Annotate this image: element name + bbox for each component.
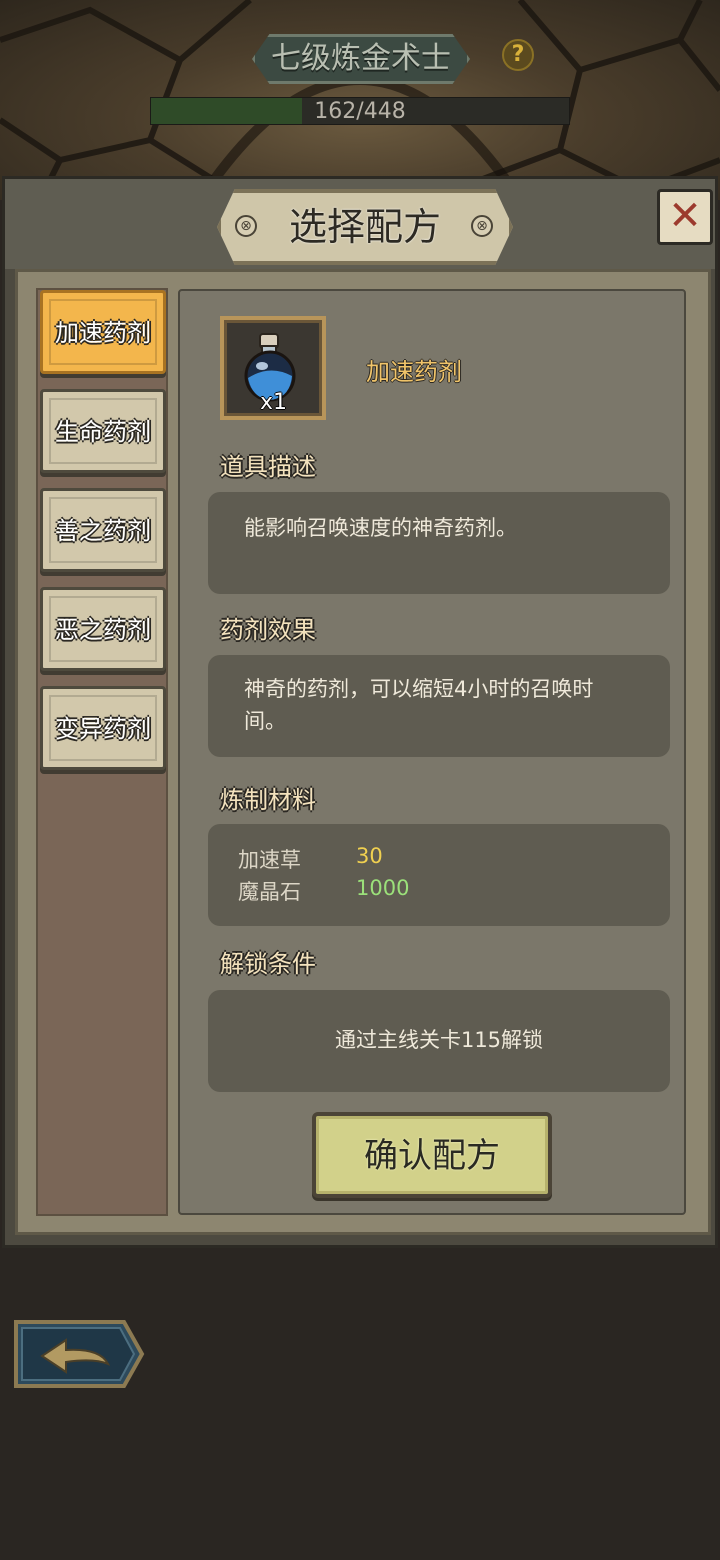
bolt-icon: ⊗ xyxy=(471,215,493,237)
bolt-icon: ⊗ xyxy=(235,215,257,237)
tab-label: 恶之药剂 xyxy=(55,616,151,644)
recipe-tab-list: 加速药剂 生命药剂 善之药剂 恶之药剂 变异药剂 xyxy=(36,288,168,1216)
xp-progress-bar: 162/448 xyxy=(150,97,570,125)
tab-good-potion[interactable]: 善之药剂 xyxy=(40,488,166,572)
tab-label: 变异药剂 xyxy=(55,715,151,743)
material-amount: 30 xyxy=(356,844,383,868)
bottom-area xyxy=(0,1248,720,1560)
back-button[interactable] xyxy=(12,1318,146,1390)
confirm-recipe-label: 确认配方 xyxy=(364,1136,500,1176)
tab-mutation-potion[interactable]: 变异药剂 xyxy=(40,686,166,770)
unlock-text: 通过主线关卡115解锁 xyxy=(334,1028,544,1052)
item-quantity: x1 xyxy=(260,390,288,415)
back-arrow-icon xyxy=(14,1320,145,1388)
xp-progress-text: 162/448 xyxy=(314,99,406,124)
section-title-materials: 炼制材料 xyxy=(220,786,316,814)
material-name: 魔晶石 xyxy=(238,880,301,904)
materials-box: 加速草 30 魔晶石 1000 xyxy=(208,824,670,926)
tab-label: 生命药剂 xyxy=(55,418,151,446)
effect-text: 神奇的药剂，可以缩短4小时的召唤时间。 xyxy=(244,677,594,733)
level-banner: 七级炼金术士 xyxy=(238,30,484,88)
tab-speed-potion[interactable]: 加速药剂 xyxy=(40,290,166,374)
section-title-effect: 药剂效果 xyxy=(220,616,316,644)
help-icon[interactable]: ? xyxy=(502,39,534,71)
confirm-recipe-button[interactable]: 确认配方 xyxy=(312,1112,552,1198)
tab-label: 善之药剂 xyxy=(55,517,151,545)
section-title-description: 道具描述 xyxy=(220,453,316,481)
material-name: 加速草 xyxy=(238,848,301,872)
dialog-title: 选择配方 xyxy=(288,205,441,249)
effect-box: 神奇的药剂，可以缩短4小时的召唤时间。 xyxy=(208,655,670,757)
close-button[interactable]: ✕ xyxy=(657,189,713,245)
material-amount: 1000 xyxy=(356,876,410,900)
tab-label: 加速药剂 xyxy=(55,319,151,347)
description-box: 能影响召唤速度的神奇药剂。 xyxy=(208,492,670,594)
level-title: 七级炼金术士 xyxy=(271,41,451,76)
unlock-box: 通过主线关卡115解锁 xyxy=(208,990,670,1092)
description-text: 能影响召唤速度的神奇药剂。 xyxy=(244,516,517,540)
item-name: 加速药剂 xyxy=(366,358,462,386)
tab-evil-potion[interactable]: 恶之药剂 xyxy=(40,587,166,671)
tab-life-potion[interactable]: 生命药剂 xyxy=(40,389,166,473)
section-title-unlock: 解锁条件 xyxy=(220,950,316,978)
